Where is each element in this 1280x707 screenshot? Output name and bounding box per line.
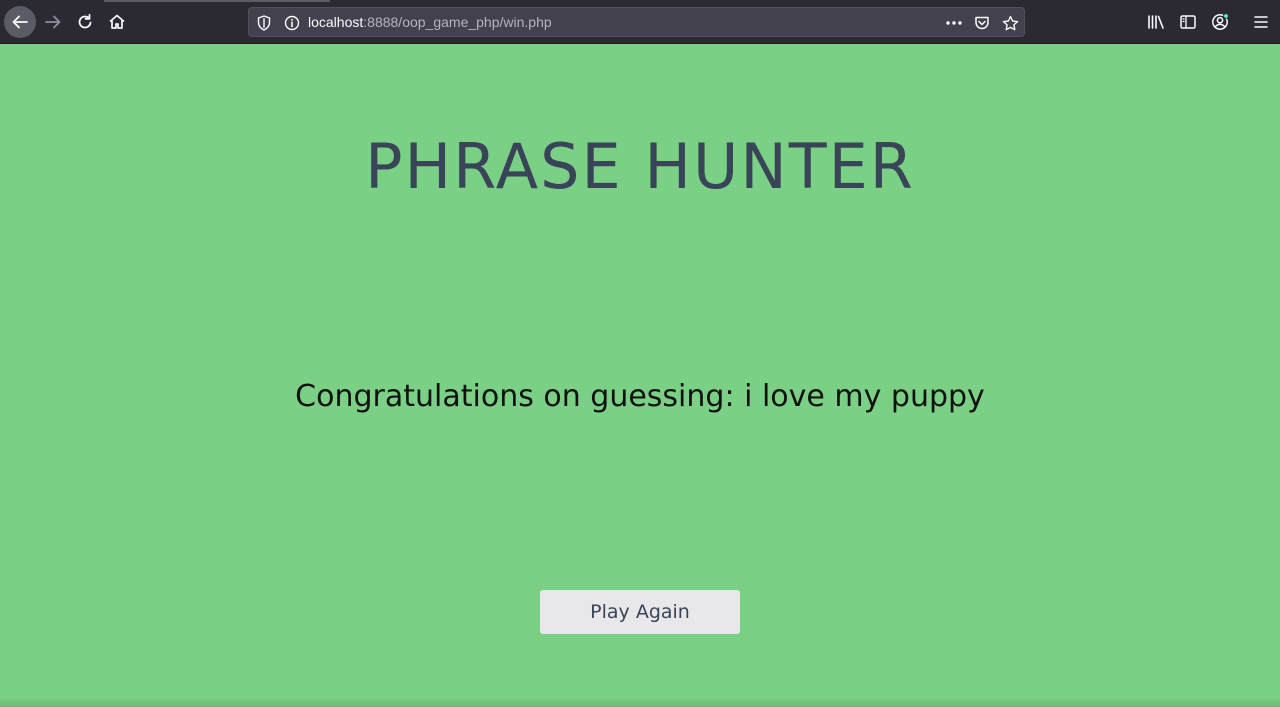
menu-button[interactable] (1245, 6, 1277, 38)
account-icon (1212, 13, 1229, 30)
home-button[interactable] (101, 6, 133, 38)
reload-icon (78, 13, 92, 29)
library-button[interactable] (1140, 6, 1172, 38)
forward-icon (45, 15, 61, 29)
tab-indicator (104, 0, 330, 2)
info-icon[interactable] (283, 14, 301, 32)
reload-button[interactable] (69, 6, 101, 38)
shield-icon[interactable] (255, 14, 273, 32)
page-title: PHRASE HUNTER (365, 130, 915, 203)
browser-toolbar: localhost:8888/oop_game_php/win.php (0, 0, 1280, 44)
page-content: PHRASE HUNTER Congratulations on guessin… (0, 45, 1280, 707)
library-icon (1148, 15, 1164, 29)
home-icon (109, 14, 125, 29)
back-icon (12, 15, 28, 29)
win-message: Congratulations on guessing: i love my p… (295, 379, 985, 414)
sidebar-button[interactable] (1172, 6, 1204, 38)
account-button[interactable] (1204, 6, 1236, 38)
back-button[interactable] (4, 6, 36, 38)
more-icon[interactable] (945, 14, 963, 32)
url-text[interactable]: localhost:8888/oop_game_php/win.php (308, 8, 552, 37)
pocket-icon[interactable] (973, 14, 991, 32)
url-path: :8888/oop_game_php/win.php (363, 14, 552, 30)
menu-icon (1254, 16, 1268, 28)
address-bar[interactable]: localhost:8888/oop_game_php/win.php (248, 7, 1025, 37)
star-icon[interactable] (1001, 14, 1019, 32)
url-host: localhost (308, 14, 364, 30)
sidebar-icon (1180, 15, 1196, 29)
forward-button[interactable] (37, 6, 69, 38)
play-again-button[interactable]: Play Again (540, 590, 740, 634)
